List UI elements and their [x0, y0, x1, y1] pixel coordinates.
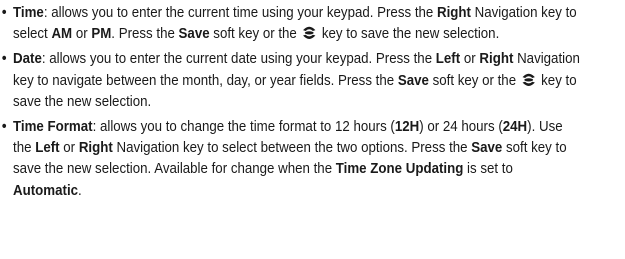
- bullet: •: [1, 5, 7, 21]
- bold-term: Left: [435, 51, 461, 68]
- bold-term: Time Zone Updating: [335, 161, 464, 178]
- bold-term: 12H: [394, 119, 420, 136]
- item-description: : allows you to change the time format t…: [13, 119, 567, 199]
- bold-term: Right: [78, 140, 113, 157]
- bullet: •: [1, 119, 7, 136]
- bullet: •: [1, 51, 7, 68]
- bold-term: Save: [397, 72, 429, 89]
- bold-term: Left: [35, 140, 60, 157]
- bold-term: AM: [51, 26, 73, 43]
- document-body: • Time: allows you to enter the current …: [0, 3, 581, 206]
- bold-term: Save: [178, 26, 210, 43]
- list-item-time-format: • Time Format: allows you to change the …: [0, 117, 581, 202]
- bold-term: PM: [91, 26, 112, 43]
- item-term: Date: [13, 51, 42, 68]
- text-run: Navigation key to select between the two…: [112, 140, 472, 157]
- text-run: ) or 24 hours (: [419, 119, 503, 136]
- text-run: .: [78, 182, 82, 199]
- list-item-date: • Date: allows you to enter the current …: [0, 49, 581, 113]
- text-run: or: [72, 26, 92, 43]
- text-run: is set to: [463, 161, 513, 178]
- text-run: soft key or the: [209, 26, 301, 43]
- text-run: soft key or the: [428, 72, 520, 89]
- text-run: : allows you to enter the current date u…: [41, 51, 436, 68]
- bold-term: Automatic: [13, 182, 79, 199]
- list-item-time: • Time: allows you to enter the current …: [0, 3, 581, 45]
- bold-term: 24H: [502, 119, 528, 136]
- bold-term: Right: [436, 5, 471, 21]
- text-run: or: [460, 51, 480, 68]
- item-description: : allows you to enter the current time u…: [13, 5, 577, 42]
- ok-key-icon: [521, 71, 537, 88]
- text-run: key to save the new selection.: [318, 26, 500, 43]
- text-run: : allows you to change the time format t…: [92, 119, 395, 136]
- text-run: . Press the: [111, 26, 179, 43]
- bold-term: Right: [479, 51, 514, 68]
- text-run: or: [59, 140, 79, 157]
- item-term: Time: [13, 5, 44, 21]
- ok-key-icon: [301, 24, 317, 41]
- item-description: : allows you to enter the current date u…: [13, 51, 580, 109]
- item-term: Time Format: [13, 119, 93, 136]
- text-run: : allows you to enter the current time u…: [43, 5, 437, 21]
- bold-term: Save: [471, 140, 503, 157]
